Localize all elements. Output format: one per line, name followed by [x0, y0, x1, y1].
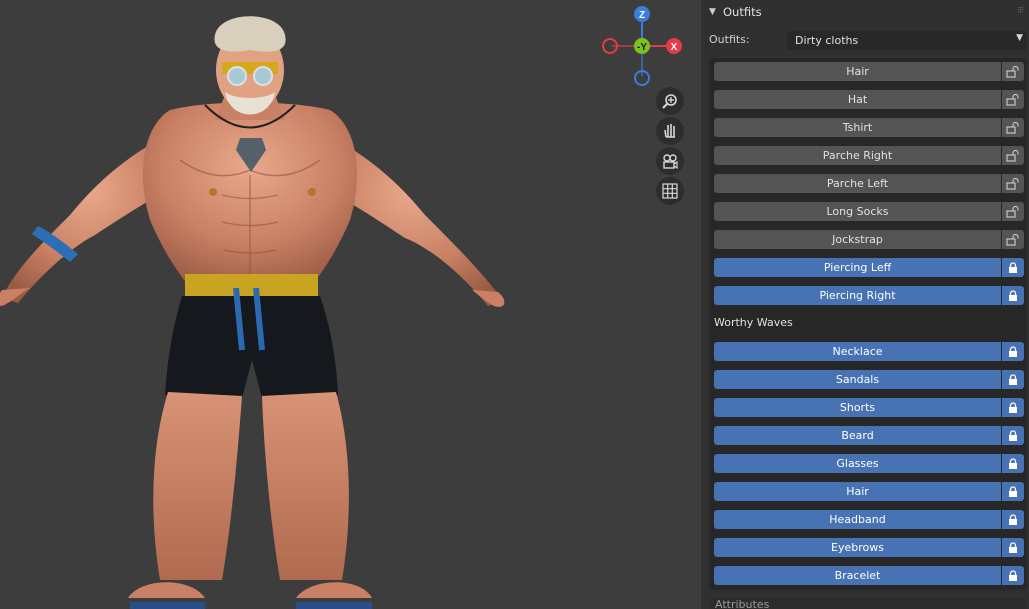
outfit-piece-row: Sandals: [714, 370, 1027, 389]
camera-view-button[interactable]: [656, 147, 684, 175]
lock-icon[interactable]: [1002, 398, 1024, 417]
outfit-piece-button[interactable]: Bracelet: [714, 566, 1001, 585]
outfit-piece-button[interactable]: Beard: [714, 426, 1001, 445]
outfit-piece-row: Headband: [714, 510, 1027, 529]
outfit-piece-row: Necklace: [714, 342, 1027, 361]
outfit-piece-row: Eyebrows: [714, 538, 1027, 557]
lock-icon[interactable]: [1002, 286, 1024, 305]
outfit-piece-button[interactable]: Piercing Leff: [714, 258, 1001, 277]
outfit-piece-row: Piercing Right: [714, 286, 1027, 305]
lock-icon[interactable]: [1002, 426, 1024, 445]
lock-icon[interactable]: [1002, 510, 1024, 529]
attributes-section-header[interactable]: Attributes: [709, 598, 1027, 609]
outfits-panel-header[interactable]: ▼ Outfits: [709, 3, 762, 21]
outfit-piece-button[interactable]: Shorts: [714, 398, 1001, 417]
outfit-piece-button[interactable]: Parche Right: [714, 146, 1001, 165]
unlock-icon[interactable]: [1002, 90, 1024, 109]
outfit-piece-button[interactable]: Parche Left: [714, 174, 1001, 193]
outfit-piece-row: Long Socks: [714, 202, 1027, 221]
outfit-piece-row: Shorts: [714, 398, 1027, 417]
outfit-piece-button[interactable]: Hat: [714, 90, 1001, 109]
outfit-piece-button[interactable]: Necklace: [714, 342, 1001, 361]
outfit-piece-row: Glasses: [714, 454, 1027, 473]
outfit-piece-row: Hat: [714, 90, 1027, 109]
outfits-dropdown-value: Dirty cloths: [795, 34, 859, 47]
outfit-piece-row: Tshirt: [714, 118, 1027, 137]
chevron-down-icon: ▼: [1016, 33, 1023, 43]
outfit-piece-row: Parche Left: [714, 174, 1027, 193]
grid-toggle-button[interactable]: [656, 177, 684, 205]
section-title: Worthy Waves: [714, 316, 793, 329]
outfit-pieces-box: Hair Hat Tshirt Parche Right Parche Left Long…: [709, 58, 1027, 590]
outfit-piece-button[interactable]: Hair: [714, 482, 1001, 501]
lock-icon[interactable]: [1002, 482, 1024, 501]
hand-pan-icon: [664, 124, 675, 138]
grid-icon: [662, 183, 678, 199]
unlock-icon[interactable]: [1002, 62, 1024, 81]
outfit-piece-button[interactable]: Hair: [714, 62, 1001, 81]
attributes-section-title: Attributes: [715, 598, 770, 609]
lock-icon[interactable]: [1002, 370, 1024, 389]
3d-viewport[interactable]: Z X -Y: [0, 0, 701, 609]
outfit-piece-row: Bracelet: [714, 566, 1027, 585]
drag-handle-icon[interactable]: ⁝⁝⁝: [1017, 6, 1024, 16]
outfit-piece-button[interactable]: Tshirt: [714, 118, 1001, 137]
unlock-icon[interactable]: [1002, 230, 1024, 249]
unlock-icon[interactable]: [1002, 174, 1024, 193]
lock-icon[interactable]: [1002, 258, 1024, 277]
chevron-down-icon: ▼: [709, 7, 716, 17]
unlock-icon[interactable]: [1002, 118, 1024, 137]
gizmo-z-label: Z: [639, 10, 645, 21]
outfit-piece-button[interactable]: Long Socks: [714, 202, 1001, 221]
pan-button[interactable]: [656, 117, 684, 145]
lock-icon[interactable]: [1002, 342, 1024, 361]
outfit-piece-button[interactable]: Headband: [714, 510, 1001, 529]
outfit-piece-button[interactable]: Piercing Right: [714, 286, 1001, 305]
unlock-icon[interactable]: [1002, 202, 1024, 221]
zoom-button[interactable]: [656, 87, 684, 115]
outfit-piece-row: Hair: [714, 482, 1027, 501]
lock-icon[interactable]: [1002, 454, 1024, 473]
outfits-panel: ▼ Outfits ⁝⁝⁝ Outfits: Dirty cloths ▼ Ha…: [701, 0, 1029, 609]
outfit-piece-row: Jockstrap: [714, 230, 1027, 249]
outfit-piece-row: Parche Right: [714, 146, 1027, 165]
outfits-label: Outfits:: [709, 33, 750, 46]
navigation-gizmo[interactable]: Z X -Y: [596, 2, 696, 92]
outfits-panel-title: Outfits: [723, 5, 762, 19]
camera-icon: [663, 154, 678, 169]
outfit-piece-button[interactable]: Sandals: [714, 370, 1001, 389]
lock-icon[interactable]: [1002, 566, 1024, 585]
outfit-piece-row: Beard: [714, 426, 1027, 445]
outfits-dropdown[interactable]: Dirty cloths ▼: [787, 31, 1027, 50]
outfit-piece-row: Hair: [714, 62, 1027, 81]
unlock-icon[interactable]: [1002, 146, 1024, 165]
gizmo-y-label: -Y: [637, 42, 647, 53]
gizmo-x-label: X: [671, 42, 678, 53]
zoom-icon: [662, 94, 677, 109]
outfit-piece-row: Piercing Leff: [714, 258, 1027, 277]
outfit-piece-button[interactable]: Glasses: [714, 454, 1001, 473]
lock-icon[interactable]: [1002, 538, 1024, 557]
outfit-piece-button[interactable]: Eyebrows: [714, 538, 1001, 557]
outfit-piece-button[interactable]: Jockstrap: [714, 230, 1001, 249]
